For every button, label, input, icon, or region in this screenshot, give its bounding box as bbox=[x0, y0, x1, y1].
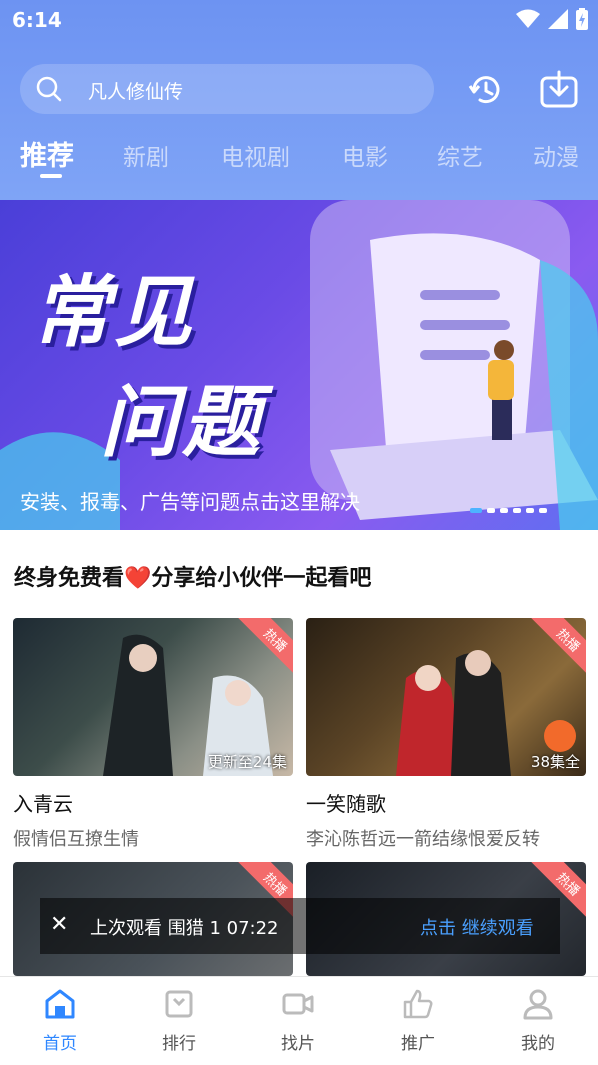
video-description: 假情侣互撩生情 bbox=[13, 829, 139, 850]
history-icon[interactable] bbox=[466, 70, 506, 110]
video-poster[interactable]: 热播 38集全 bbox=[306, 618, 586, 776]
last-watched-text: 上次观看 围猎 1 07:22 bbox=[90, 918, 279, 939]
battery-icon bbox=[576, 8, 588, 30]
nav-mine-label: 我的 bbox=[521, 1034, 555, 1054]
thumbs-up-icon bbox=[403, 989, 433, 1019]
tab-new-drama[interactable]: 新剧 bbox=[123, 138, 169, 172]
search-icon bbox=[36, 76, 62, 102]
video-title: 一笑随歌 bbox=[306, 792, 386, 816]
continue-watching-button[interactable]: 点击 继续观看 bbox=[420, 914, 534, 940]
tab-movie[interactable]: 电影 bbox=[342, 138, 388, 172]
active-tab-indicator bbox=[40, 174, 62, 178]
search-input[interactable]: 凡人修仙传 bbox=[88, 77, 183, 104]
download-icon[interactable] bbox=[539, 70, 579, 110]
episode-status: 更新至24集 bbox=[207, 753, 287, 771]
carousel-dot bbox=[513, 508, 521, 513]
video-description: 李沁陈哲远一箭结缘恨爱反转 bbox=[306, 829, 540, 850]
home-icon bbox=[45, 989, 75, 1019]
tab-recommend[interactable]: 推荐 bbox=[20, 134, 74, 173]
faq-banner[interactable]: 常见 问题 安装、报毒、广告等问题点击这里解决 bbox=[0, 200, 598, 530]
carousel-dot bbox=[539, 508, 547, 513]
tab-variety[interactable]: 综艺 bbox=[437, 138, 483, 172]
banner-caption: 安装、报毒、广告等问题点击这里解决 bbox=[20, 490, 360, 514]
nav-promo-label: 推广 bbox=[401, 1034, 435, 1054]
status-time: 6:14 bbox=[12, 8, 62, 32]
video-card[interactable]: 热播 更新至24集 入青云 假情侣互撩生情 bbox=[13, 618, 293, 851]
nav-find-label: 找片 bbox=[281, 1034, 315, 1054]
tab-tv-series[interactable]: 电视剧 bbox=[221, 138, 290, 172]
close-icon[interactable]: ✕ bbox=[50, 912, 68, 937]
signal-icon bbox=[548, 9, 568, 29]
banner-title-line2: 问题 bbox=[100, 378, 265, 468]
tab-anime[interactable]: 动漫 bbox=[533, 138, 579, 172]
ranking-icon bbox=[165, 990, 193, 1018]
nav-home-label: 首页 bbox=[43, 1034, 77, 1054]
nav-rank-label: 排行 bbox=[162, 1034, 196, 1054]
nav-find[interactable]: 找片 bbox=[258, 987, 338, 1054]
episode-status: 38集全 bbox=[530, 753, 580, 771]
nav-rank[interactable]: 排行 bbox=[139, 987, 219, 1054]
nav-mine[interactable]: 我的 bbox=[498, 987, 578, 1054]
carousel-dot bbox=[500, 508, 508, 513]
video-camera-icon bbox=[282, 993, 314, 1015]
video-title: 入青云 bbox=[13, 792, 73, 816]
nav-promo[interactable]: 推广 bbox=[378, 987, 458, 1054]
wifi-icon bbox=[516, 9, 540, 28]
carousel-dot bbox=[487, 508, 495, 513]
nav-home[interactable]: 首页 bbox=[20, 987, 100, 1054]
continue-watching-bar[interactable]: ✕ 上次观看 围猎 1 07:22 点击 继续观看 bbox=[40, 898, 560, 954]
carousel-indicator bbox=[470, 508, 547, 513]
section-title: 终身免费看❤️分享给小伙伴一起看吧 bbox=[14, 566, 372, 591]
status-bar: 6:14 bbox=[0, 0, 598, 40]
carousel-dot bbox=[526, 508, 534, 513]
banner-title-line1: 常见 bbox=[32, 268, 197, 358]
search-bar[interactable]: 凡人修仙传 bbox=[20, 64, 434, 114]
person-icon bbox=[523, 989, 553, 1020]
bottom-navigation: 首页 排行 找片 推广 我的 bbox=[0, 976, 598, 1065]
video-card[interactable]: 热播 38集全 一笑随歌 李沁陈哲远一箭结缘恨爱反转 bbox=[306, 618, 586, 851]
video-poster[interactable]: 热播 更新至24集 bbox=[13, 618, 293, 776]
status-icons bbox=[516, 8, 588, 30]
carousel-dot bbox=[470, 508, 482, 513]
category-tabs: 推荐 新剧 电视剧 电影 综艺 动漫 bbox=[0, 132, 598, 180]
